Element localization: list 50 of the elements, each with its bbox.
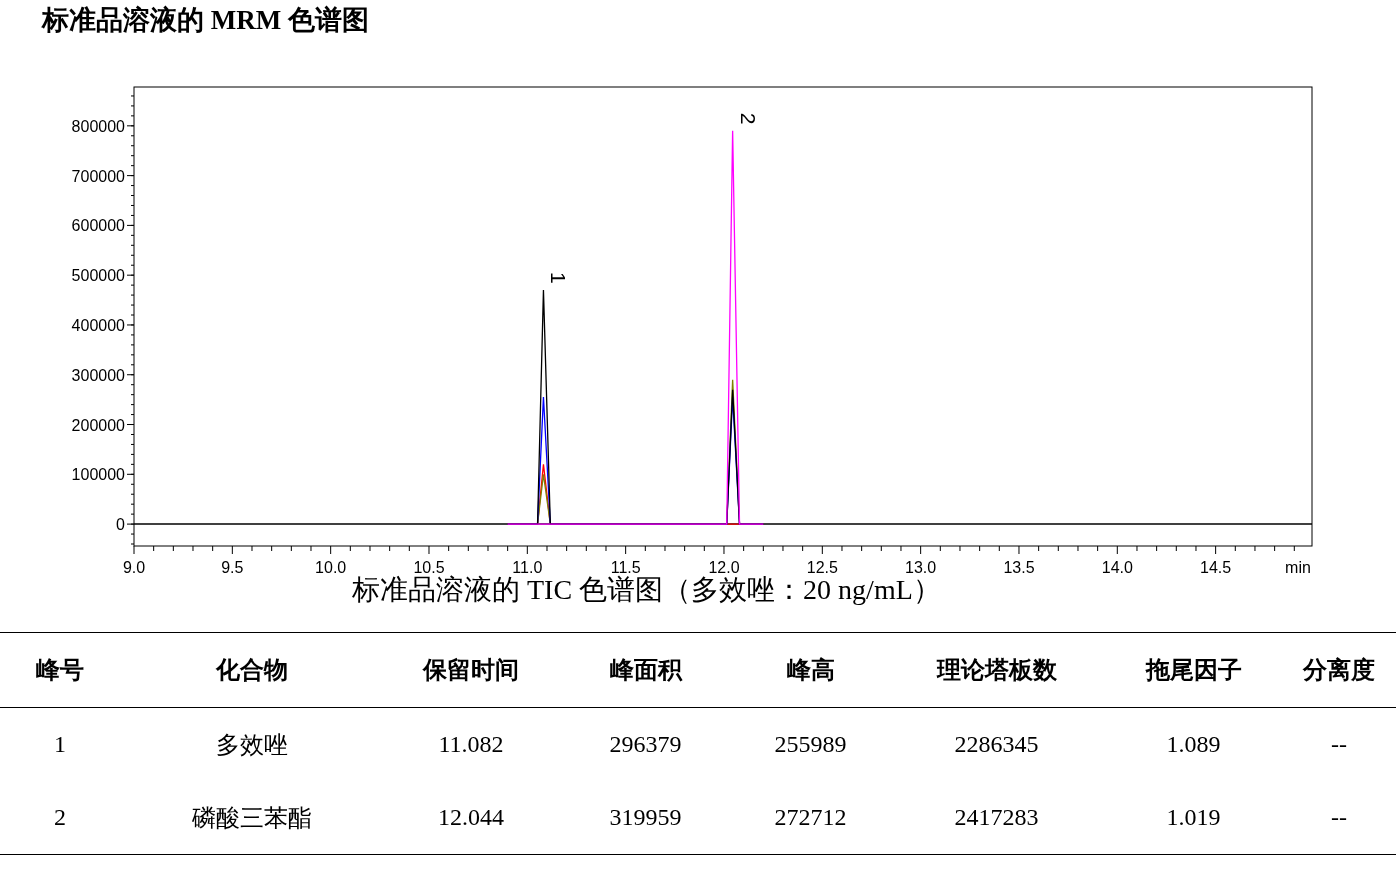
column-header: 理论塔板数 [888, 632, 1105, 708]
column-header: 分离度 [1282, 632, 1396, 708]
table-cell: 2417283 [888, 781, 1105, 855]
table-cell: 255989 [733, 707, 888, 781]
column-header: 峰高 [733, 632, 888, 708]
table-cell: 296379 [558, 707, 733, 781]
x-tick-label: 13.0 [905, 559, 937, 576]
x-tick-label: 11.0 [512, 559, 543, 576]
table-cell: 11.082 [384, 707, 558, 781]
x-tick-label: 11.5 [610, 559, 641, 576]
y-tick-label: 100000 [71, 466, 125, 484]
column-header: 峰号 [0, 632, 120, 708]
table-cell: 319959 [558, 781, 733, 855]
chart-caption: 标准品溶液的 TIC 色谱图（多效唑：20 ng/mL） [351, 573, 942, 607]
x-tick-label: 14.5 [1200, 559, 1232, 576]
column-header: 拖尾因子 [1105, 632, 1282, 708]
x-tick-label: 10.0 [315, 559, 347, 576]
table-cell: 磷酸三苯酯 [120, 781, 384, 855]
x-tick-label: 12.0 [708, 559, 740, 576]
y-tick-label: 800000 [71, 117, 125, 135]
x-tick-label: 9.0 [122, 559, 146, 576]
y-tick-label: 200000 [71, 416, 125, 434]
column-header: 峰面积 [558, 632, 733, 708]
table-cell: 多效唑 [120, 707, 384, 781]
table-cell: 12.044 [384, 781, 558, 855]
y-tick-label: 700000 [71, 167, 125, 185]
page-title: 标准品溶液的 MRM 色谱图 [40, 4, 370, 37]
table-cell: 2286345 [888, 707, 1105, 781]
table-cell: 1 [0, 707, 120, 781]
table-cell: -- [1282, 781, 1396, 855]
table-cell: 1.089 [1105, 707, 1282, 781]
x-tick-label: 9.5 [221, 559, 244, 576]
table-cell: 1.019 [1105, 781, 1282, 855]
x-tick-label: 10.5 [413, 559, 445, 576]
column-header: 保留时间 [384, 632, 558, 708]
column-header: 化合物 [120, 632, 384, 708]
x-tick-label: 12.5 [806, 559, 838, 576]
y-tick-label: 0 [116, 516, 125, 534]
table-cell: -- [1282, 707, 1396, 781]
y-tick-label: 500000 [71, 267, 125, 285]
y-tick-label: 300000 [71, 366, 125, 384]
x-axis-label: min [1285, 559, 1311, 576]
peak-label: 2 [736, 112, 760, 125]
x-tick-label: 13.5 [1003, 559, 1035, 576]
table-cell: 2 [0, 781, 120, 855]
y-tick-label: 400000 [71, 316, 125, 334]
y-tick-label: 600000 [71, 217, 125, 235]
table-cell: 272712 [733, 781, 888, 855]
x-tick-label: 14.0 [1101, 559, 1133, 576]
peak-label: 1 [547, 272, 571, 284]
